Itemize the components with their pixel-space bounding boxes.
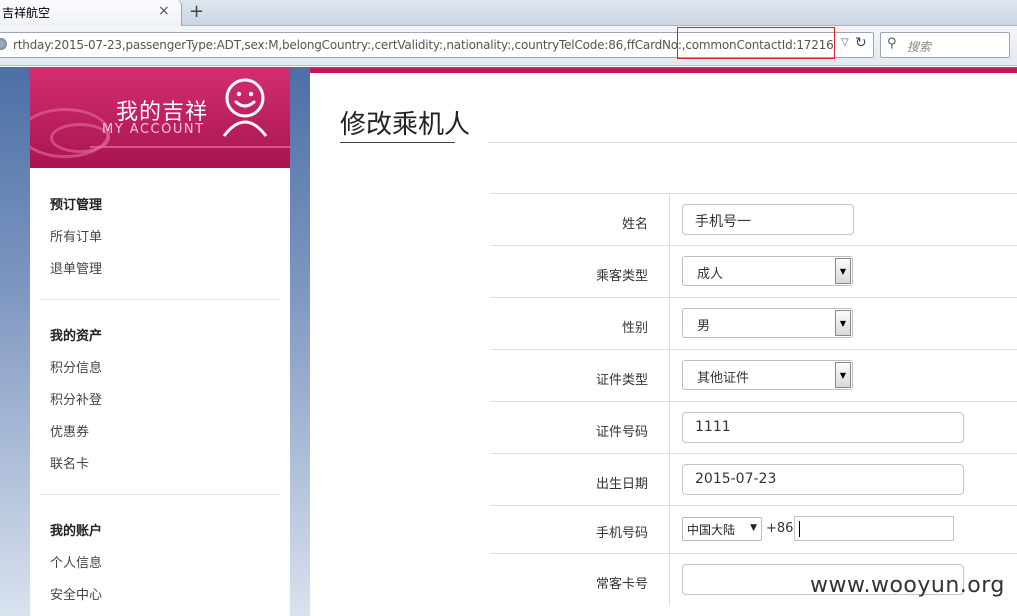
cert-no-input[interactable]: 1111 [682,412,964,443]
chevron-down-icon[interactable]: ▼ [835,258,851,284]
country-code: +86 [766,521,794,536]
menu-divider [40,299,280,300]
passenger-type-label: 乘客类型 [595,269,648,284]
menu-head-assets: 我的资产 [50,329,103,344]
address-bar[interactable]: rthday:2015-07-23,passengerType:ADT,sex:… [0,27,874,59]
banner-subtitle: MY ACCOUNT [102,122,205,137]
smiley-icon [222,78,268,137]
menu-item-points-claim[interactable]: 积分补登 [50,389,102,408]
passenger-type-select[interactable]: 成人 ▼ [682,256,853,286]
passenger-type-value: 成人 [697,267,724,282]
page-title: 修改乘机人 [340,110,471,140]
new-tab-button[interactable]: + [189,1,204,22]
menu-item-coupons[interactable]: 优惠券 [50,421,89,440]
phone-label: 手机号码 [595,526,648,541]
chevron-down-icon: ▼ [750,523,757,533]
menu-divider [40,494,280,495]
menu-head-booking: 预订管理 [50,198,103,213]
column-divider [669,506,670,554]
menu-item-security[interactable]: 安全中心 [50,584,102,603]
ff-card-label: 常客卡号 [595,577,648,592]
form-row-cert-no: 证件号码 1111 [490,401,1017,454]
form-row-phone: 手机号码 中国大陆 ▼ +86 [490,505,1017,554]
menu-head-account: 我的账户 [50,524,103,539]
column-divider [669,554,670,606]
title-underline [340,142,455,143]
column-divider [669,246,670,298]
form-row-passenger-type: 乘客类型 成人 ▼ [490,245,1017,298]
cert-type-label: 证件类型 [595,373,648,388]
search-placeholder: 搜索 [907,40,932,54]
phone-input[interactable] [794,516,954,541]
column-divider [669,350,670,402]
chevron-down-icon[interactable]: ▼ [835,362,851,388]
banner-line [90,146,290,148]
country-value: 中国大陆 [687,523,736,537]
browser-tab[interactable]: 吉祥航空 × [0,0,182,26]
form-row-gender: 性别 男 ▼ [490,297,1017,350]
globe-icon [0,38,7,50]
title-divider [488,142,1017,143]
close-tab-icon[interactable]: × [158,3,170,19]
accent-stripe [310,68,1017,73]
chevron-down-icon[interactable]: ▼ [835,310,851,336]
main-content: 修改乘机人 姓名 手机号一 乘客类型 成人 ▼ 性别 男 ▼ 证件类型 其他证件… [310,68,1017,616]
name-label: 姓名 [621,217,648,232]
country-select[interactable]: 中国大陆 ▼ [682,517,762,541]
name-input[interactable]: 手机号一 [682,204,854,235]
search-icon: ⚲ [887,36,897,51]
search-input[interactable]: ⚲ 搜索 [880,32,1010,58]
column-divider [669,402,670,454]
menu-item-cobrand-card[interactable]: 联名卡 [50,453,89,472]
menu-item-profile[interactable]: 个人信息 [50,552,102,571]
birthday-input[interactable]: 2015-07-23 [682,464,964,495]
form-row-name: 姓名 手机号一 [490,193,1017,246]
form-row-birthday: 出生日期 2015-07-23 [490,453,1017,506]
reload-icon[interactable]: ↻ [855,35,867,51]
dropdown-icon[interactable]: ▽ [841,37,849,48]
form-row-cert-type: 证件类型 其他证件 ▼ [490,349,1017,402]
column-divider [669,194,670,246]
cloud-decoration [50,123,110,153]
menu-item-refunds[interactable]: 退单管理 [50,258,102,277]
birthday-label: 出生日期 [595,477,648,492]
cert-type-value: 其他证件 [697,371,750,386]
cert-no-label: 证件号码 [595,425,648,440]
gender-value: 男 [697,319,711,334]
gender-label: 性别 [621,321,648,336]
watermark: www.wooyun.org [810,573,1005,598]
text-caret [799,521,800,537]
account-banner: 我的吉祥 MY ACCOUNT [30,68,290,168]
cert-type-select[interactable]: 其他证件 ▼ [682,360,853,390]
browser-navbar: rthday:2015-07-23,passengerType:ADT,sex:… [0,26,1017,66]
menu-item-points[interactable]: 积分信息 [50,357,102,376]
address-text[interactable]: rthday:2015-07-23,passengerType:ADT,sex:… [13,38,833,52]
menu-item-all-orders[interactable]: 所有订单 [50,226,102,245]
account-sidebar: 我的吉祥 MY ACCOUNT 预订管理 所有订单 退单管理 我的资产 积分信息… [30,68,290,616]
column-divider [669,298,670,350]
column-divider [669,454,670,506]
browser-tabbar: 吉祥航空 × + [0,0,1017,26]
tab-title: 吉祥航空 [2,6,51,20]
gender-select[interactable]: 男 ▼ [682,308,853,338]
